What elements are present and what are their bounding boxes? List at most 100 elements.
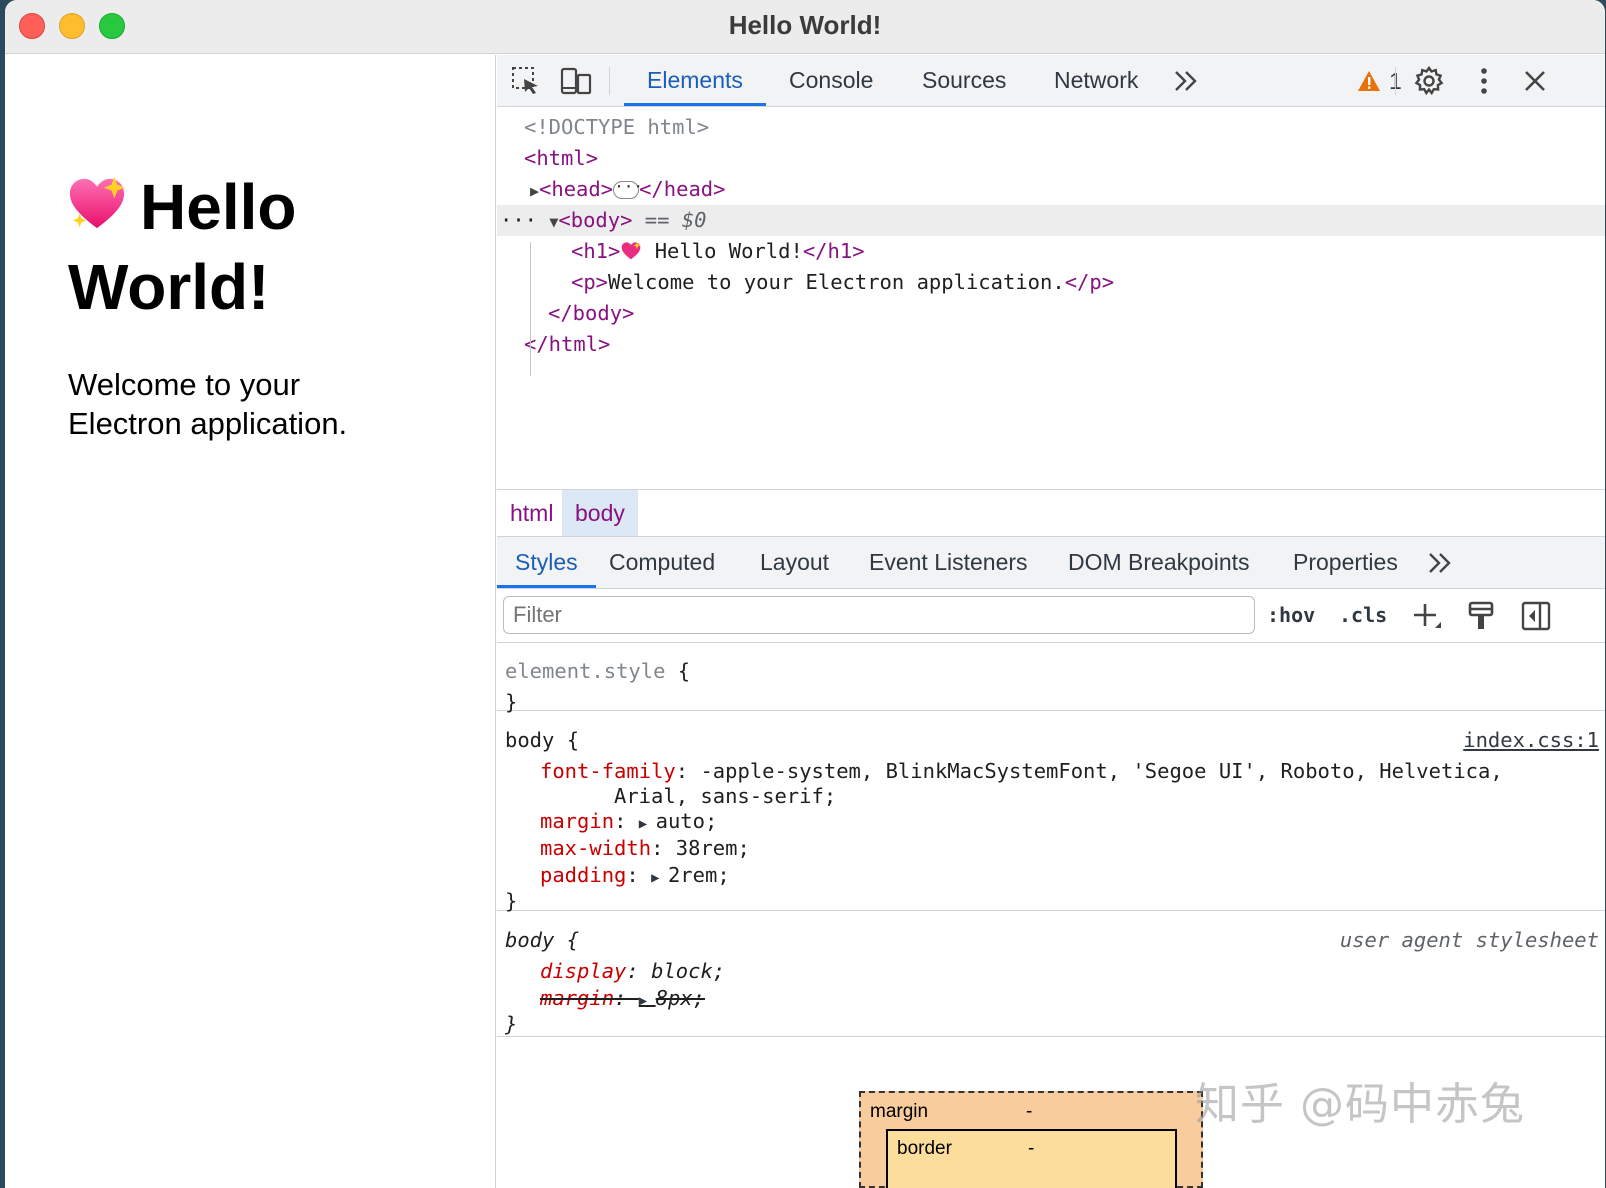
hover-state-button[interactable]: :hov: [1267, 597, 1315, 633]
more-tabs-icon[interactable]: [1169, 65, 1203, 97]
indent-guide: [530, 242, 531, 376]
breadcrumb: html body: [497, 489, 1605, 537]
device-toolbar-icon[interactable]: [559, 65, 593, 97]
element-style-selector: element.style: [505, 659, 666, 683]
h1-close-tag: </h1>: [802, 239, 865, 263]
tab-elements[interactable]: Elements: [624, 55, 766, 106]
devtools-toolbar: Elements Console Sources Network 1: [497, 55, 1605, 107]
property-value: auto;: [655, 809, 718, 833]
box-model-border[interactable]: border -: [886, 1129, 1177, 1188]
element-state-paint-icon[interactable]: [1464, 599, 1498, 633]
property-value: 2rem;: [667, 863, 730, 887]
head-close-tag: </head>: [639, 177, 726, 201]
row-actions-ellipsis-icon[interactable]: ···: [500, 208, 549, 232]
dom-tree: <!DOCTYPE html> <html> ▶<head>···</head>…: [497, 107, 1605, 489]
font-family-declaration[interactable]: font-family: -apple-system, BlinkMacSyst…: [540, 758, 1503, 785]
body-selector: body: [505, 728, 555, 752]
tab-console[interactable]: Console: [789, 55, 873, 106]
p-close-tag: </p>: [1064, 270, 1115, 294]
settings-gear-icon[interactable]: [1412, 65, 1446, 97]
tab-computed[interactable]: Computed: [609, 537, 715, 588]
warning-icon: [1358, 71, 1380, 91]
welcome-paragraph: Welcome to your Electron application.: [68, 367, 348, 441]
dom-p-line[interactable]: <p>Welcome to your Electron application.…: [497, 267, 1605, 298]
toggle-sidebar-icon[interactable]: [1519, 599, 1553, 633]
style-rule-element[interactable]: element.style { }: [497, 643, 1605, 714]
class-toggle-button[interactable]: .cls: [1339, 597, 1387, 633]
inspect-element-icon[interactable]: [509, 65, 543, 97]
close-devtools-icon[interactable]: [1518, 65, 1552, 97]
expand-shorthand-icon[interactable]: ▶: [639, 993, 656, 1009]
stylesheet-source-link[interactable]: index.css:1: [1463, 727, 1599, 754]
property-name: max-width: [540, 836, 652, 860]
dom-doctype-line[interactable]: <!DOCTYPE html>: [497, 112, 1605, 143]
dom-head-line[interactable]: ▶<head>···</head>: [497, 174, 1605, 205]
tab-sources[interactable]: Sources: [922, 55, 1006, 106]
html-close-tag: </html>: [524, 332, 611, 356]
app-content: Hello World! Welcome to your Electron ap…: [5, 55, 496, 1188]
collapsed-ellipsis-icon[interactable]: ···: [613, 179, 643, 199]
open-brace: {: [665, 659, 691, 683]
max-width-declaration[interactable]: max-width: 38rem;: [540, 835, 750, 862]
user-agent-source-label: user agent stylesheet: [1339, 928, 1599, 952]
html-open-tag: <html>: [524, 146, 599, 170]
margin-value[interactable]: -: [1026, 1101, 1032, 1123]
body-close-tag: </body>: [548, 301, 635, 325]
display-declaration[interactable]: display: block;: [540, 958, 725, 985]
style-rule-user-agent[interactable]: body { user agent stylesheet display: bl…: [497, 912, 1605, 1037]
expand-triangle-icon[interactable]: ▶: [530, 182, 539, 200]
border-value[interactable]: -: [1028, 1138, 1034, 1160]
dom-body-close-line[interactable]: </body>: [497, 298, 1605, 329]
overridden-margin-declaration[interactable]: margin: ▶ 8px;: [540, 985, 705, 1012]
watermark: 知乎 @码中赤兔: [1195, 1079, 1525, 1130]
toolbar-separator: [609, 67, 610, 95]
dom-html-close-line[interactable]: </html>: [497, 329, 1605, 360]
p-open-tag: <p>: [571, 270, 609, 294]
open-brace: {: [554, 728, 580, 752]
dom-body-line[interactable]: ··· ▼<body> == $0: [497, 205, 1605, 236]
window-title: Hello World!: [728, 10, 882, 40]
head-open-tag: <head>: [539, 177, 614, 201]
expand-shorthand-icon[interactable]: ▶: [639, 816, 656, 832]
styles-filter-input[interactable]: [503, 596, 1255, 634]
margin-declaration[interactable]: margin: ▶ auto;: [540, 808, 717, 835]
tab-styles[interactable]: Styles: [497, 537, 596, 588]
close-brace: }: [505, 1012, 518, 1036]
breadcrumb-body[interactable]: body: [562, 490, 638, 536]
tab-properties[interactable]: Properties: [1293, 537, 1398, 588]
tab-layout[interactable]: Layout: [760, 537, 829, 588]
rule-selector-line: body {: [505, 727, 579, 754]
property-value: block;: [651, 959, 726, 983]
expand-shorthand-icon[interactable]: ▶: [651, 870, 668, 886]
more-subtabs-icon[interactable]: [1423, 547, 1457, 579]
padding-declaration[interactable]: padding: ▶ 2rem;: [540, 862, 730, 889]
selected-node-marker: == $0: [632, 208, 707, 232]
tab-event-listeners[interactable]: Event Listeners: [869, 537, 1028, 588]
close-brace: }: [505, 889, 518, 913]
breadcrumb-html[interactable]: html: [497, 490, 566, 536]
h1-text: Hello World!: [642, 239, 803, 263]
dom-html-line[interactable]: <html>: [497, 143, 1605, 174]
property-name: display: [540, 959, 627, 983]
font-family-continuation: Arial, sans-serif;: [614, 784, 837, 808]
tab-dom-breakpoints[interactable]: DOM Breakpoints: [1068, 537, 1250, 588]
doctype-text: <!DOCTYPE html>: [524, 115, 710, 139]
page-heading: Hello World!: [68, 167, 398, 327]
tab-network[interactable]: Network: [1054, 55, 1138, 106]
app-window: Hello World! Hello World! Welcome to you…: [5, 0, 1605, 1188]
devtools-panel: Elements Console Sources Network 1: [497, 55, 1605, 1188]
property-name: padding: [540, 863, 627, 887]
property-value: 8px;: [655, 986, 705, 1010]
property-name: font-family: [540, 759, 676, 783]
property-value: -apple-system, BlinkMacSystemFont, 'Sego…: [700, 759, 1503, 783]
title-bar: Hello World!: [5, 0, 1605, 54]
new-style-rule-icon[interactable]: [1410, 599, 1444, 633]
more-options-icon[interactable]: [1467, 65, 1501, 97]
dom-h1-line[interactable]: <h1> Hello World!</h1>: [497, 236, 1605, 267]
property-value: 38rem;: [675, 836, 750, 860]
border-label: border: [897, 1138, 952, 1159]
margin-label: margin: [870, 1101, 929, 1122]
toolbar-separator: [1395, 67, 1396, 95]
style-rule-body-css[interactable]: body { index.css:1 font-family: -apple-s…: [497, 712, 1605, 913]
box-model-margin[interactable]: margin - border -: [859, 1091, 1203, 1188]
